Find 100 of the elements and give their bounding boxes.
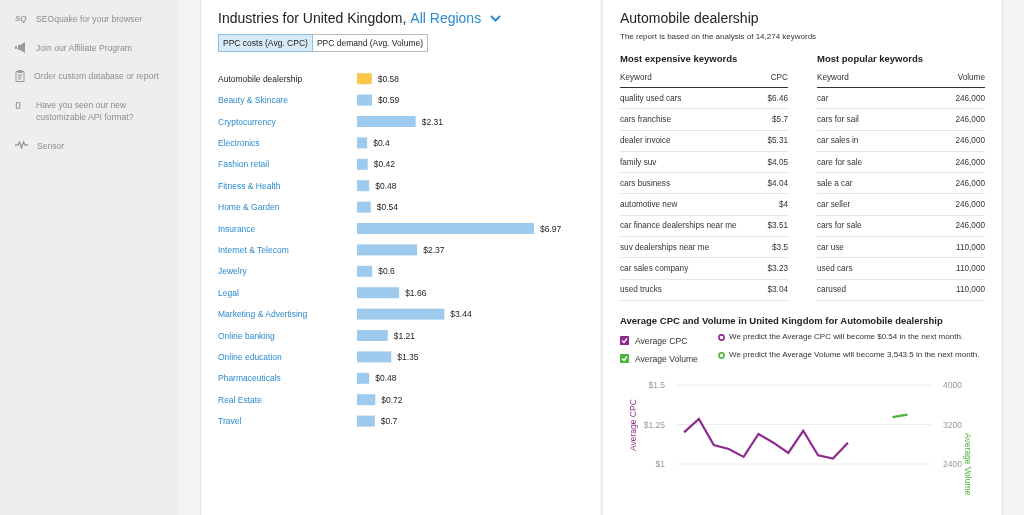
- clipboard-icon: [15, 70, 25, 82]
- bar-value: $0.59: [378, 95, 400, 106]
- bar: [357, 394, 376, 406]
- bar: [357, 73, 372, 85]
- bar: [357, 330, 388, 341]
- table-cell: car seller: [817, 200, 851, 210]
- industry-link[interactable]: Fitness & Health: [218, 180, 281, 191]
- bar-value: $0.7: [380, 416, 398, 427]
- table-cell: cars for sail: [817, 114, 859, 124]
- industry-link[interactable]: Electronics: [218, 137, 260, 148]
- bar-value: $2.31: [421, 116, 443, 127]
- industry-link[interactable]: Online banking: [218, 330, 275, 341]
- bar: [357, 116, 416, 127]
- industry-link[interactable]: Travel: [218, 416, 242, 427]
- table-cell: cars business: [620, 178, 671, 188]
- table-cell: $4.05: [767, 157, 788, 167]
- axis-tick-label: 2400: [943, 458, 962, 469]
- bar-value: $0.42: [373, 159, 395, 170]
- table-cell: car sales company: [620, 264, 689, 273]
- bar-value: $0.54: [376, 202, 398, 213]
- industry-link[interactable]: Beauty & Skincare: [218, 95, 288, 106]
- sidebar-link[interactable]: Order custom database or report: [34, 70, 169, 83]
- industry-link[interactable]: Home & Garden: [218, 202, 280, 213]
- table-cell: 246,000: [955, 136, 985, 146]
- bar-value: $1.35: [397, 351, 419, 362]
- sidebar-link[interactable]: Join our Affiliate Program: [36, 41, 171, 54]
- table-cell: automotive new: [620, 200, 678, 210]
- industry-link[interactable]: Insurance: [218, 223, 256, 234]
- table-cell: used cars: [817, 264, 853, 273]
- industry-link[interactable]: Legal: [218, 287, 239, 298]
- panel-title: Automobile dealership: [620, 10, 760, 26]
- bar: [357, 137, 368, 149]
- bar-value: $2.37: [423, 244, 445, 255]
- bar-value: $1.21: [393, 330, 415, 341]
- axis-title: Average CPC: [628, 399, 638, 451]
- table-cell: $5.7: [772, 114, 788, 124]
- industry-link[interactable]: Fashion retail: [218, 159, 270, 170]
- checkbox[interactable]: [620, 336, 629, 346]
- line-series: [892, 413, 908, 419]
- prediction-text: We predict the Average Volume will become 3,543.5 in the next month.: [729, 349, 980, 360]
- legend-label: Average Volume: [635, 353, 698, 364]
- bar-value: $0.6: [378, 266, 395, 277]
- tab[interactable]: PPC costs (Avg. CPC): [218, 34, 313, 52]
- table-cell: dealer invoice: [620, 136, 671, 146]
- column-header: CPC: [770, 73, 788, 82]
- table-cell: sale a car: [817, 178, 853, 188]
- industry-link[interactable]: Internet & Telecom: [218, 244, 289, 255]
- bar: [357, 287, 400, 299]
- bar-value: $0.58: [377, 73, 399, 84]
- table-cell: $3.23: [767, 264, 788, 273]
- bar: [357, 244, 418, 256]
- industry-link[interactable]: Real Estate: [218, 394, 262, 405]
- industry-link[interactable]: Online education: [218, 351, 282, 362]
- bar: [357, 158, 368, 170]
- logo-icon: SQ: [15, 13, 27, 25]
- pulse-icon: [15, 139, 28, 149]
- table-cell: $6.46: [767, 93, 788, 103]
- industry-link[interactable]: Jewelry: [218, 266, 247, 277]
- bar-value: $0.4: [373, 137, 390, 148]
- column-header: Keyword: [620, 73, 652, 82]
- region-dropdown[interactable]: All Regions: [410, 10, 502, 26]
- bar: [357, 94, 372, 106]
- industry-link[interactable]: Marketing & Advertising: [218, 309, 308, 320]
- table-title: Most popular keywords: [817, 53, 925, 64]
- chevron-icon: [490, 14, 502, 22]
- axis-title: Average Volume: [963, 432, 973, 496]
- table-cell: $3.04: [767, 285, 788, 295]
- bar-value: $1.66: [405, 287, 427, 298]
- bar: [357, 415, 375, 427]
- braces-icon: {}: [15, 98, 27, 111]
- bar: [357, 201, 371, 213]
- column-header: Keyword: [817, 73, 849, 82]
- legend-label: Average CPC: [635, 335, 688, 346]
- table-cell: 246,000: [955, 157, 985, 167]
- table-cell: family suv: [620, 157, 657, 167]
- industry-link[interactable]: Pharmaceuticals: [218, 373, 281, 384]
- table-cell: car finance dealerships near me: [620, 221, 737, 231]
- sidebar-link[interactable]: Have you seen our new customizable API format?: [36, 98, 171, 124]
- table-title: Most expensive keywords: [620, 53, 739, 64]
- table-cell: 246,000: [955, 178, 985, 188]
- table-cell: 110,000: [956, 242, 985, 252]
- sidebar-link[interactable]: SEOquake for your browser: [36, 13, 171, 26]
- bar-value: $0.48: [375, 373, 397, 384]
- report-subtitle: The report is based on the analysis of 14,274 keywords: [620, 32, 818, 41]
- bar-value: $6.97: [540, 223, 562, 234]
- table-cell: 246,000: [955, 221, 985, 231]
- bar-value: $0.72: [381, 394, 403, 405]
- axis-tick-label: $1.25: [643, 419, 665, 430]
- table-cell: $4: [778, 200, 788, 210]
- sidebar-link[interactable]: Sensor: [37, 139, 172, 152]
- table-cell: 110,000: [956, 285, 985, 295]
- tab[interactable]: PPC demand (Avg. Volume): [312, 34, 429, 52]
- prediction-text: We predict the Average CPC will become $0.54 in the next month.: [729, 331, 964, 342]
- checkbox[interactable]: [620, 354, 629, 364]
- axis-tick-label: 4000: [943, 379, 962, 390]
- industry-link[interactable]: Cryptocurrency: [218, 116, 276, 127]
- table-cell: cars for sale: [817, 221, 862, 231]
- bar-value: $3.44: [450, 309, 472, 320]
- chart-title: Average CPC and Volume in United Kingdom for Automobile dealership: [620, 314, 944, 326]
- table-cell: car use: [817, 242, 844, 252]
